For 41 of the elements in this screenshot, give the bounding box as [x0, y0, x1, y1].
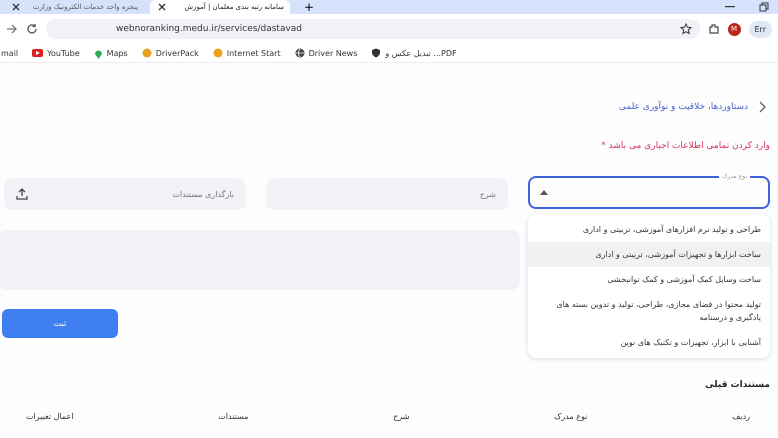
- star-icon[interactable]: [680, 23, 692, 35]
- app-icon: [142, 48, 152, 58]
- chevron-icon[interactable]: [758, 101, 766, 113]
- column-header: اعمال تغییرات: [26, 412, 74, 421]
- column-header: مستندات: [218, 412, 248, 421]
- reload-icon[interactable]: [26, 23, 38, 35]
- close-icon[interactable]: [12, 3, 20, 11]
- bookmark-item[interactable]: YouTube: [32, 48, 80, 58]
- section-title: مستندات قبلی: [704, 380, 770, 390]
- column-header: شرح: [393, 412, 410, 421]
- bookmark-item[interactable]: mail: [1, 48, 18, 58]
- dropdown-option[interactable]: ساخت وسایل کمک آموزشی و کمک توانبخشی: [528, 267, 770, 292]
- profile-button[interactable]: Err: [748, 20, 772, 38]
- globe-icon: [294, 48, 305, 58]
- bookmark-item[interactable]: DriverPack: [142, 48, 199, 58]
- description-field[interactable]: شرح: [266, 178, 508, 210]
- page-title: دستاوردها، خلاقیت و نوآوری علمی: [618, 102, 748, 112]
- bookmark-item[interactable]: Internet Start: [212, 48, 281, 58]
- address-bar[interactable]: webnoranking.medu.ir/services/dastavad: [46, 19, 700, 39]
- dropdown-option[interactable]: طراحی و تولید نرم افزارهای آموزشی، تربیتی و اداری: [528, 217, 770, 242]
- required-note: وارد کردن تمامی اطلاعات اجباری می باشد *: [600, 141, 770, 151]
- upload-icon: [16, 188, 28, 200]
- bookmark-item[interactable]: تبدیل عکس و ...PDF: [371, 48, 457, 58]
- bookmark-item[interactable]: Driver News: [294, 48, 358, 58]
- dropdown-option[interactable]: آشنایی با ابزار، تجهیزات و تکنیک های نوین: [528, 330, 770, 355]
- extension-icon[interactable]: [708, 23, 720, 35]
- column-header: نوع مدرک: [554, 412, 588, 421]
- map-pin-icon: [94, 48, 103, 58]
- upload-field[interactable]: بارگذاری مستندات: [4, 178, 246, 210]
- play-icon: [32, 49, 44, 57]
- close-icon[interactable]: [158, 3, 166, 11]
- app-icon: [212, 48, 223, 58]
- submit-button[interactable]: ثبت: [2, 309, 118, 338]
- forward-icon[interactable]: [6, 23, 18, 35]
- dropdown-option[interactable]: ساخت ابزارها و تجهیزات آموزشی، تربیتی و اداری: [528, 242, 770, 267]
- bookmark-item[interactable]: Maps: [94, 48, 128, 58]
- column-header: ردیف: [732, 412, 750, 421]
- dropdown-option[interactable]: تولید محتوا در فضای مجازی، طراحی، تولید و تدوین بسته های یادگیری و درسنامه: [528, 292, 770, 330]
- shield-icon: [371, 48, 382, 58]
- new-tab-button[interactable]: +: [296, 0, 322, 14]
- caret-icon: [540, 190, 548, 194]
